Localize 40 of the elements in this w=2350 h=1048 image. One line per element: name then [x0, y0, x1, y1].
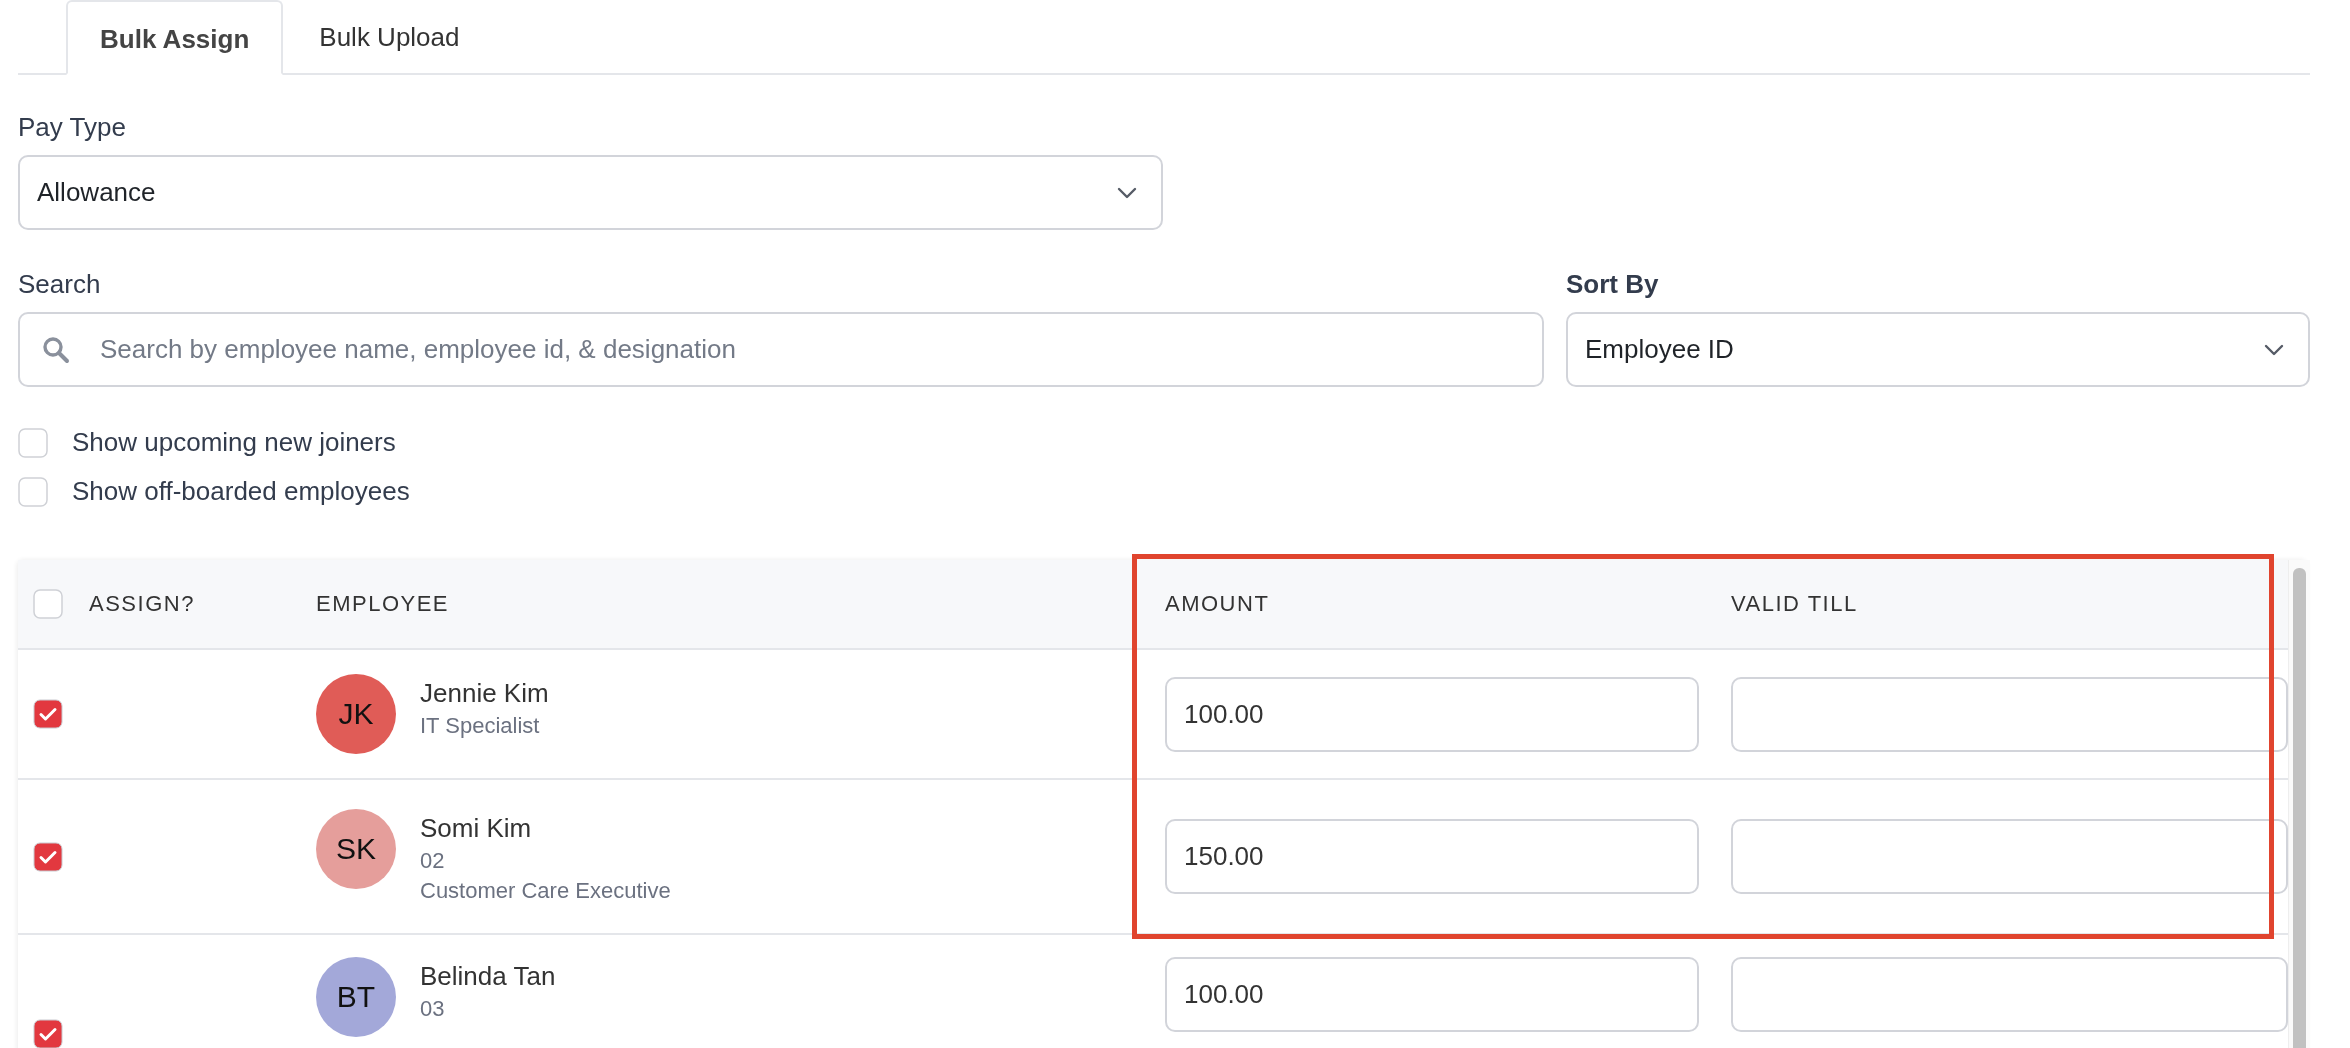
- dropdown[interactable]: Allowance: [18, 155, 1163, 230]
- column-header: EMPLOYEE: [316, 591, 450, 617]
- amount-field[interactable]: 150.00: [1165, 819, 1699, 894]
- checkbox[interactable]: [18, 427, 48, 458]
- column-header: ASSIGN?: [89, 591, 195, 617]
- chevron-down-icon: [2264, 343, 2284, 356]
- amount-field[interactable]: 100.00: [1165, 957, 1699, 1032]
- date-field[interactable]: [1731, 819, 2288, 894]
- checkbox[interactable]: [33, 589, 63, 619]
- checked-checkbox[interactable]: [33, 1019, 63, 1048]
- dropdown[interactable]: Employee ID: [1566, 312, 2310, 387]
- checked-checkbox[interactable]: [33, 699, 63, 729]
- checkbox[interactable]: [18, 476, 48, 507]
- scrollbar[interactable]: [2288, 560, 2310, 1048]
- date-field[interactable]: [1731, 957, 2288, 1032]
- employee-detail: Customer Care Executive: [420, 878, 671, 904]
- checked-checkbox[interactable]: [33, 841, 63, 872]
- employee-name: Somi Kim: [420, 813, 533, 844]
- checkbox-label: Show upcoming new joiners: [72, 427, 396, 458]
- avatar: BT: [316, 957, 396, 1037]
- field-label: Search: [18, 268, 102, 301]
- field-label: Sort By: [1566, 268, 1660, 301]
- amount-field[interactable]: 100.00: [1165, 676, 1699, 752]
- employee-name: Jennie Kim: [420, 678, 549, 709]
- column-header: VALID TILL: [1731, 591, 1858, 617]
- search-icon: [42, 336, 70, 364]
- checkbox-label: Show off-boarded employees: [72, 476, 410, 507]
- employee-detail: 03: [420, 996, 446, 1022]
- employee-detail: IT Specialist: [420, 713, 541, 739]
- date-field[interactable]: [1731, 676, 2288, 752]
- tab[interactable]: Bulk Assign: [66, 0, 284, 75]
- tab[interactable]: Bulk Upload: [283, 0, 496, 75]
- employee-detail: 02: [420, 848, 446, 874]
- chevron-down-icon: [1117, 186, 1137, 199]
- field-label: Pay Type: [18, 111, 127, 144]
- column-header: AMOUNT: [1165, 591, 1270, 617]
- search-field[interactable]: Search by employee name, employee id, & designation: [18, 312, 1544, 387]
- avatar: SK: [316, 809, 396, 889]
- avatar: JK: [316, 674, 396, 754]
- employee-name: Belinda Tan: [420, 961, 556, 992]
